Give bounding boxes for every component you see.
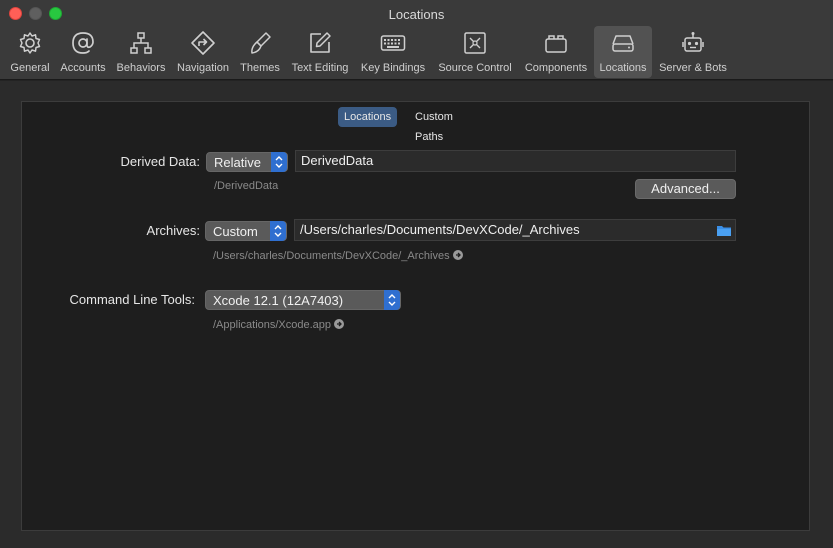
toolbar-item-components[interactable]: Components (520, 26, 592, 78)
tab-locations[interactable]: Locations (338, 107, 398, 127)
command-line-tools-label: Command Line Tools: (69, 292, 196, 307)
derived-data-mode-popup[interactable]: Relative (206, 152, 288, 172)
at-icon (70, 30, 96, 56)
content-area: Locations Custom Paths Derived Data: Rel… (0, 81, 833, 548)
command-line-tools-value: Xcode 12.1 (12A7403) (213, 293, 344, 308)
toolbar-item-key-bindings[interactable]: Key Bindings (356, 26, 430, 78)
behaviors-icon (128, 30, 154, 56)
preferences-window: Locations General Accounts Behaviors Nav… (0, 0, 833, 548)
drive-icon (610, 30, 636, 56)
archives-mode-popup[interactable]: Custom (205, 221, 287, 241)
derived-data-label: Derived Data: (120, 154, 200, 169)
derived-data-field[interactable]: DerivedData (295, 150, 736, 172)
chevron-updown-icon (271, 152, 287, 172)
gear-icon (17, 30, 43, 56)
toolbar-item-server-bots[interactable]: Server & Bots (654, 26, 732, 78)
keyboard-icon (380, 30, 406, 56)
pencil-square-icon (307, 30, 333, 56)
window-title: Locations (388, 7, 445, 22)
components-icon (543, 30, 569, 56)
toolbar-item-locations[interactable]: Locations (594, 26, 652, 78)
command-line-tools-path: /Applications/Xcode.app (213, 319, 345, 331)
derived-data-path: /DerivedData (214, 180, 279, 192)
source-control-icon (462, 30, 488, 56)
reveal-arrow-icon[interactable] (452, 250, 463, 260)
archives-path-value: /Users/charles/Documents/DevXCode/_Archi… (300, 222, 580, 237)
archives-mode-value: Custom (213, 224, 258, 239)
preferences-toolbar: General Accounts Behaviors Navigation Th… (0, 24, 833, 80)
toolbar-item-general[interactable]: General (4, 26, 56, 78)
robot-icon (680, 30, 706, 56)
archives-resolved-path: /Users/charles/Documents/DevXCode/_Archi… (213, 250, 463, 262)
toolbar-item-text-editing[interactable]: Text Editing (286, 26, 354, 78)
command-line-tools-popup[interactable]: Xcode 12.1 (12A7403) (205, 290, 401, 310)
tab-custom-paths[interactable]: Custom Paths (409, 107, 459, 143)
archives-path-field[interactable]: /Users/charles/Documents/DevXCode/_Archi… (294, 219, 736, 241)
toolbar-item-navigation[interactable]: Navigation (172, 26, 234, 78)
reveal-arrow-icon[interactable] (334, 319, 345, 329)
chevron-updown-icon (270, 221, 286, 241)
locations-panel: Locations Custom Paths Derived Data: Rel… (21, 101, 810, 531)
archives-label: Archives: (146, 223, 200, 238)
toolbar-item-accounts[interactable]: Accounts (56, 26, 110, 78)
advanced-button[interactable]: Advanced... (635, 179, 736, 199)
toolbar-item-source-control[interactable]: Source Control (432, 26, 518, 78)
navigation-icon (190, 30, 216, 56)
folder-icon[interactable] (716, 223, 732, 237)
brush-icon (247, 30, 273, 56)
chevron-updown-icon (384, 290, 400, 310)
toolbar-item-behaviors[interactable]: Behaviors (112, 26, 170, 78)
derived-data-mode-value: Relative (214, 155, 261, 170)
toolbar-item-themes[interactable]: Themes (236, 26, 284, 78)
